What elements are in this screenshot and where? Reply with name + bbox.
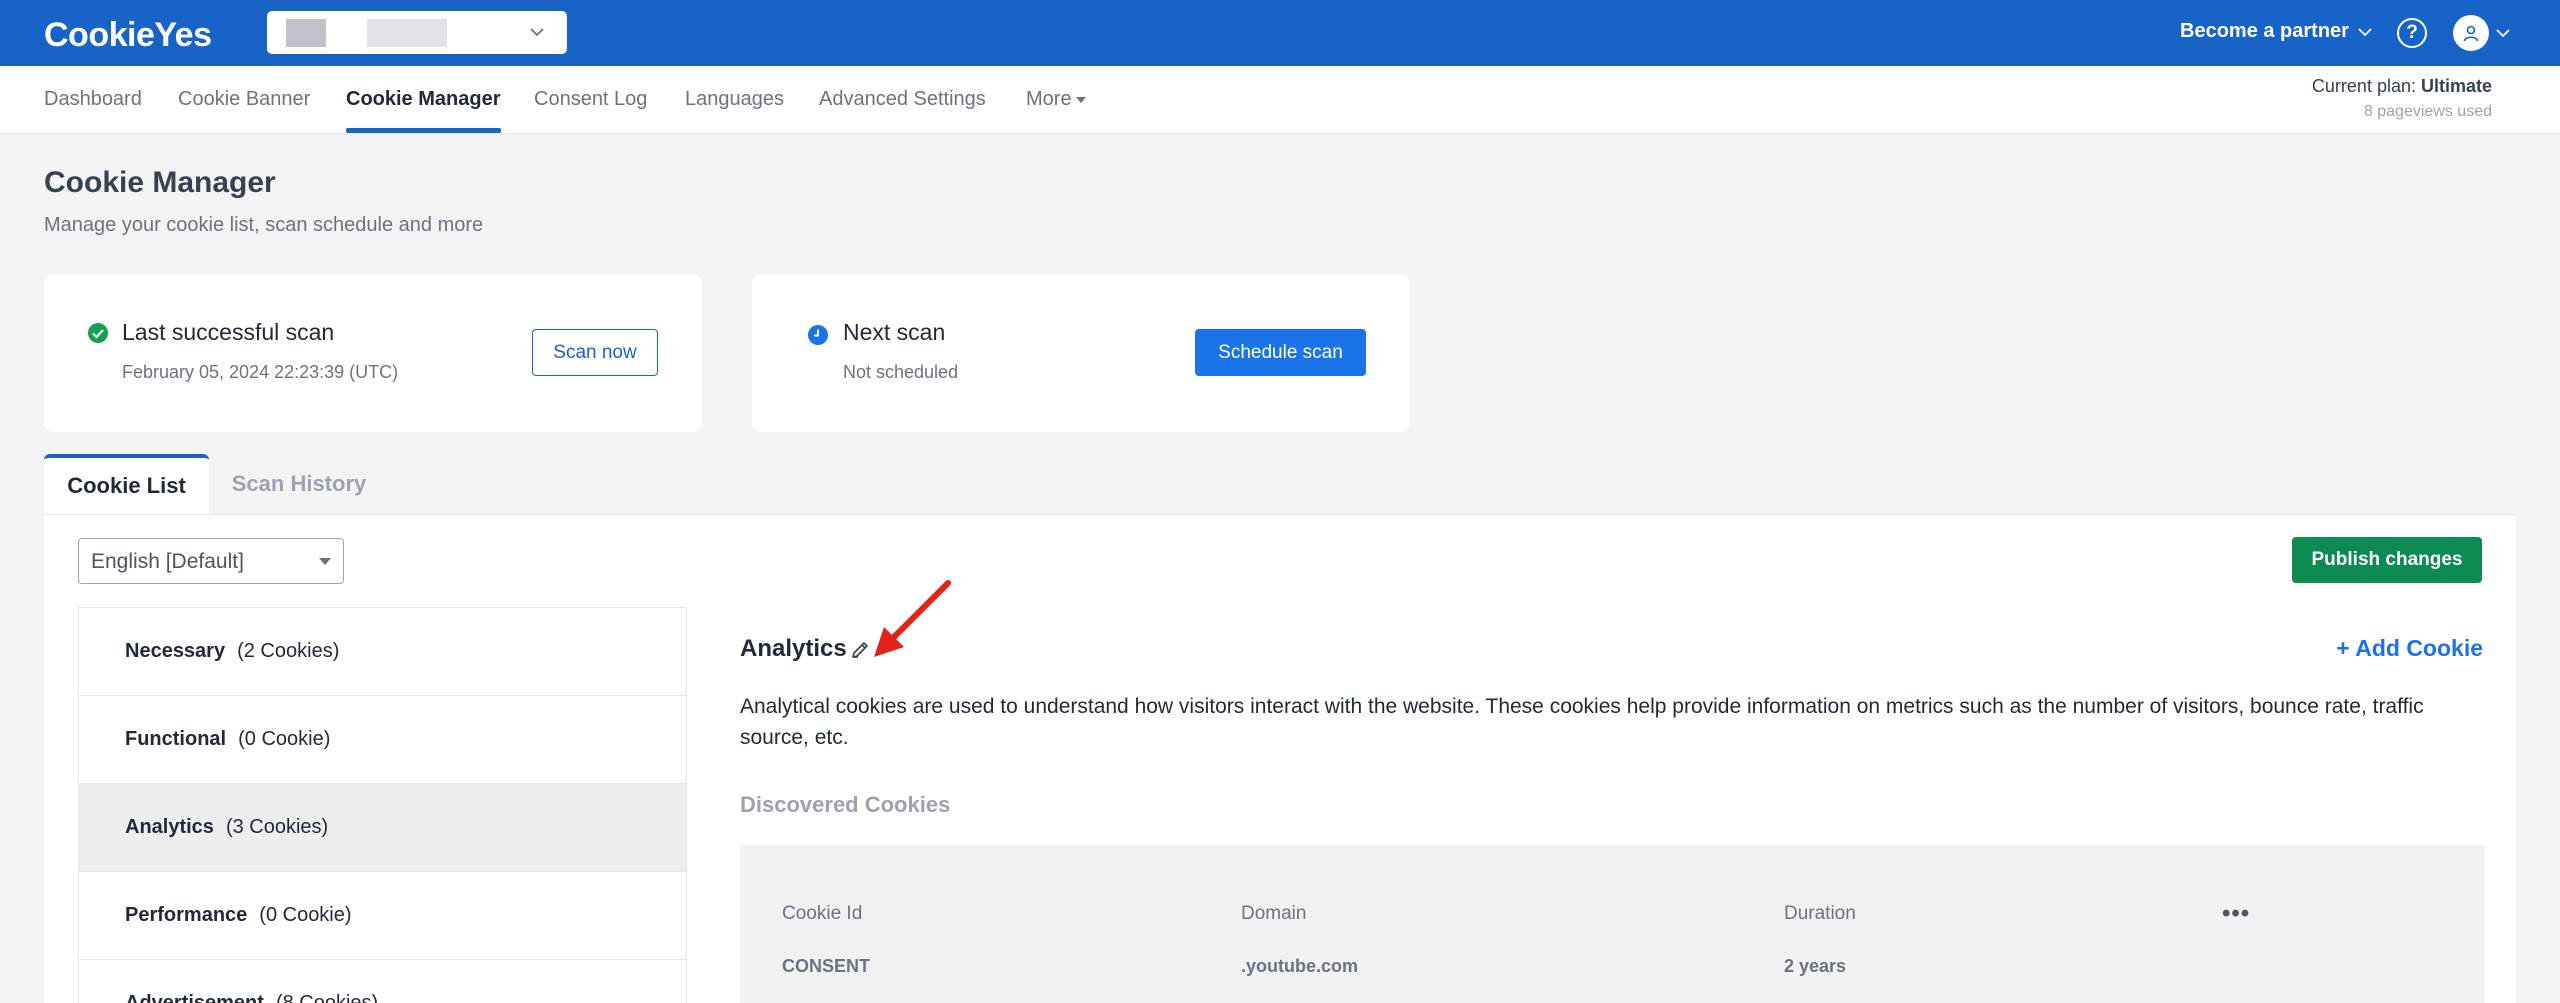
- nav-consent-log[interactable]: Consent Log: [534, 88, 647, 111]
- cookie-id-cell: CONSENT: [782, 956, 871, 976]
- chevron-down-icon: [530, 28, 544, 37]
- add-cookie-button[interactable]: + Add Cookie: [2336, 635, 2483, 662]
- schedule-scan-button[interactable]: Schedule scan: [1195, 329, 1366, 376]
- cookie-domain-cell: .youtube.com: [1241, 956, 1359, 976]
- chevron-down-icon: [2358, 27, 2372, 36]
- category-count: (0 Cookie): [238, 728, 331, 750]
- category-name: Necessary: [125, 640, 226, 662]
- cookie-list-panel: English [Default] Publish changes Necess…: [44, 514, 2516, 1003]
- top-bar: CookieYes Become a partner ?: [0, 0, 2560, 66]
- clock-icon: [808, 325, 828, 345]
- category-count: (2 Cookies): [237, 640, 340, 662]
- category-necessary[interactable]: Necessary (2 Cookies): [79, 608, 686, 696]
- become-partner-label: Become a partner: [2180, 20, 2349, 42]
- category-count: (0 Cookie): [259, 904, 352, 926]
- page-subtitle: Manage your cookie list, scan schedule a…: [44, 214, 484, 236]
- category-analytics[interactable]: Analytics (3 Cookies): [79, 784, 686, 872]
- column-header-domain: Domain: [1241, 903, 1307, 924]
- cookie-table: Cookie Id Domain Duration ••• CONSENT .y…: [740, 845, 2485, 1003]
- language-select-value: English [Default]: [91, 550, 244, 573]
- pageviews-used: 8 pageviews used: [2363, 103, 2492, 120]
- website-selector[interactable]: [267, 11, 567, 54]
- nav-more[interactable]: More: [1026, 88, 1086, 111]
- user-menu[interactable]: [2453, 15, 2511, 51]
- nav-advanced-settings[interactable]: Advanced Settings: [819, 88, 986, 111]
- nav-cookie-banner[interactable]: Cookie Banner: [178, 88, 310, 111]
- scan-now-button[interactable]: Scan now: [532, 329, 658, 376]
- category-count: (8 Cookies): [275, 992, 379, 1003]
- annotation-arrow-icon: [874, 580, 951, 657]
- cookie-duration-cell: 2 years: [1784, 956, 1847, 976]
- cookieyes-logo[interactable]: CookieYes: [44, 16, 212, 55]
- publish-changes-button[interactable]: Publish changes: [2292, 537, 2482, 583]
- main-navigation: Dashboard Cookie Banner Cookie Manager C…: [0, 66, 2560, 134]
- tab-scan-history[interactable]: Scan History: [209, 454, 389, 514]
- nav-languages[interactable]: Languages: [685, 88, 784, 111]
- avatar: [2453, 15, 2489, 51]
- plan-prefix: Current plan:: [2311, 76, 2421, 96]
- check-circle-icon: [88, 323, 108, 343]
- site-favicon-redacted: [286, 19, 326, 47]
- category-functional[interactable]: Functional (0 Cookie): [79, 696, 686, 784]
- user-icon: [2463, 25, 2479, 42]
- category-list: Necessary (2 Cookies) Functional (0 Cookie…: [78, 607, 687, 1003]
- more-options-icon[interactable]: •••: [2222, 900, 2250, 928]
- category-name: Performance: [125, 904, 248, 926]
- help-icon[interactable]: ?: [2397, 18, 2427, 48]
- discovered-cookies-title: Discovered Cookies: [740, 792, 951, 817]
- category-count: (3 Cookies): [225, 816, 329, 838]
- category-detail-title: Analytics: [740, 635, 847, 662]
- category-name: Analytics: [125, 816, 214, 838]
- nav-dashboard[interactable]: Dashboard: [44, 88, 142, 111]
- category-name: Functional: [125, 728, 227, 750]
- caret-down-icon: [319, 558, 331, 565]
- next-scan-title: Next scan: [843, 319, 946, 345]
- category-description: Analytical cookies are used to understan…: [740, 695, 2424, 749]
- last-scan-date: February 05, 2024 22:23:39 (UTC): [122, 362, 399, 382]
- active-tab-indicator: [346, 128, 501, 133]
- chevron-down-icon: [2496, 29, 2510, 38]
- site-name-redacted: [367, 19, 447, 47]
- become-partner-menu[interactable]: Become a partner: [2180, 20, 2373, 43]
- plan-info: Current plan: Ultimate 8 pageviews used: [2312, 76, 2492, 121]
- category-advertisement[interactable]: Advertisement (8 Cookies): [79, 960, 686, 1003]
- plan-name: Ultimate: [2420, 76, 2492, 96]
- page-title: Cookie Manager: [44, 166, 276, 199]
- last-scan-title: Last successful scan: [122, 319, 335, 345]
- tab-cookie-list[interactable]: Cookie List: [44, 454, 209, 514]
- column-header-cookie-id: Cookie Id: [782, 903, 863, 924]
- column-header-duration: Duration: [1784, 903, 1856, 924]
- language-select[interactable]: English [Default]: [78, 538, 344, 584]
- next-scan-status: Not scheduled: [843, 362, 959, 382]
- last-scan-card: Last successful scan February 05, 2024 2…: [44, 274, 702, 432]
- nav-more-label: More: [1026, 88, 1072, 110]
- next-scan-card: Next scan Not scheduled Schedule scan: [752, 274, 1410, 432]
- category-name: Advertisement: [125, 992, 264, 1003]
- nav-cookie-manager[interactable]: Cookie Manager: [346, 88, 500, 111]
- caret-down-icon: [1075, 96, 1086, 103]
- category-performance[interactable]: Performance (0 Cookie): [79, 872, 686, 960]
